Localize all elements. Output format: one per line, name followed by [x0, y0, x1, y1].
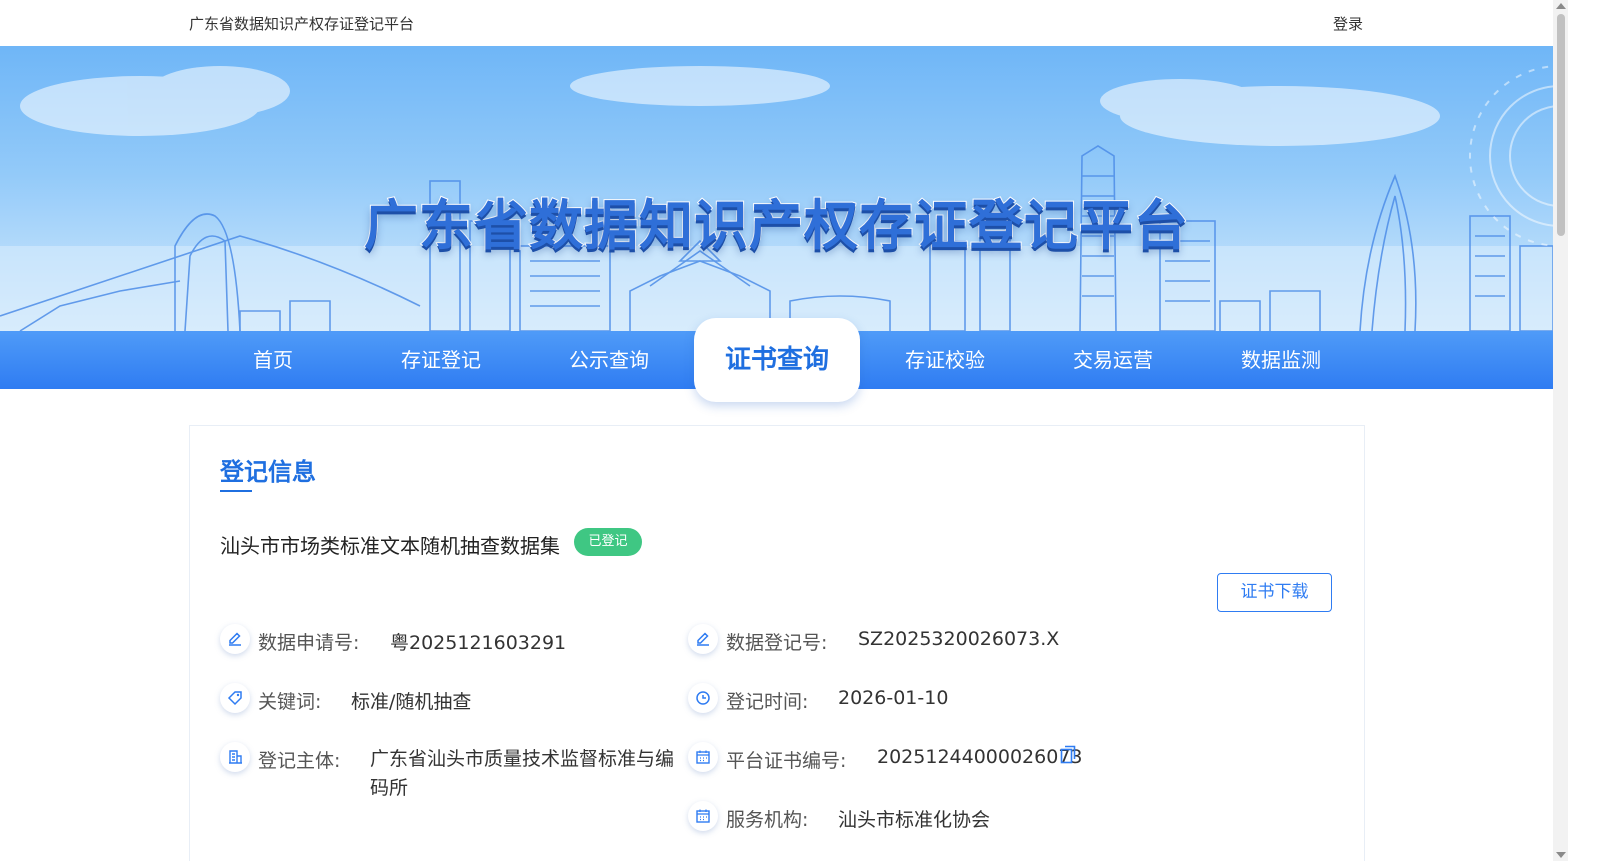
- field-label: 数据申请号:: [258, 632, 360, 654]
- login-link[interactable]: 登录: [1333, 13, 1363, 34]
- banner-title: 广东省数据知识产权存证登记平台: [363, 193, 1189, 258]
- field-value: 汕头市标准化协会: [838, 809, 991, 831]
- field-application-no: 数据申请号: 粤2025121603291: [220, 624, 680, 658]
- field-value: 标准/随机抽查: [351, 691, 472, 713]
- nav-public-query[interactable]: 公示查询: [525, 331, 693, 389]
- registration-info-card: 登记信息 汕头市市场类标准文本随机抽查数据集 已登记 证书下载 数据申请号: 粤…: [189, 425, 1365, 861]
- certificate-download-button[interactable]: 证书下载: [1217, 573, 1332, 612]
- nav-monitoring[interactable]: 数据监测: [1197, 331, 1365, 389]
- section-title-underline: [220, 490, 252, 492]
- dataset-name: 汕头市市场类标准文本随机抽查数据集: [220, 534, 560, 558]
- tag-icon: [220, 683, 250, 713]
- building-icon: [220, 742, 250, 772]
- clock-icon: [688, 683, 718, 713]
- copy-icon[interactable]: [1060, 744, 1076, 769]
- field-keywords: 关键词: 标准/随机抽查: [220, 683, 680, 717]
- field-registration-no: 数据登记号: SZ2025320026073.X: [688, 624, 1148, 658]
- field-service-agency: 服务机构: 汕头市标准化协会: [688, 801, 1148, 835]
- field-registration-time: 登记时间: 2026-01-10: [688, 683, 1148, 717]
- nav-registration[interactable]: 存证登记: [357, 331, 525, 389]
- edit-icon: [688, 624, 718, 654]
- field-label: 平台证书编号:: [726, 750, 847, 772]
- main-nav: 首页 存证登记 公示查询 证书查询 存证校验 交易运营 数据监测: [0, 318, 1553, 402]
- nav-trading[interactable]: 交易运营: [1029, 331, 1197, 389]
- field-value: SZ2025320026073.X: [858, 628, 1060, 650]
- scrollbar-thumb[interactable]: [1557, 14, 1565, 236]
- status-badge: 已登记: [574, 528, 642, 556]
- field-label: 关键词:: [258, 691, 322, 713]
- field-value: 20251244000026073: [877, 746, 1083, 768]
- field-value: 2026-01-10: [838, 687, 949, 709]
- edit-icon: [220, 624, 250, 654]
- page-scrollbar[interactable]: [1553, 0, 1568, 861]
- field-certificate-no: 平台证书编号: 20251244000026073: [688, 742, 1168, 776]
- hero-banner: 广东省数据知识产权存证登记平台: [0, 46, 1553, 331]
- field-registrant: 登记主体: 广东省汕头市质量技术监督标准与编码所: [220, 742, 690, 806]
- field-label: 服务机构:: [726, 809, 809, 831]
- calendar-icon: [688, 801, 718, 831]
- field-value: 粤2025121603291: [390, 632, 567, 654]
- scroll-up-arrow-icon[interactable]: [1556, 3, 1566, 9]
- site-name: 广东省数据知识产权存证登记平台: [189, 15, 415, 33]
- nav-verification[interactable]: 存证校验: [861, 331, 1029, 389]
- field-label: 登记时间:: [726, 691, 809, 713]
- nav-certificate-query[interactable]: 证书查询: [694, 318, 860, 402]
- field-value: 广东省汕头市质量技术监督标准与编码所: [370, 748, 675, 799]
- scroll-down-arrow-icon[interactable]: [1556, 852, 1566, 858]
- top-bar: 广东省数据知识产权存证登记平台 登录: [0, 0, 1553, 46]
- calendar-icon: [688, 742, 718, 772]
- field-label: 数据登记号:: [726, 632, 828, 654]
- section-title: 登记信息: [220, 458, 316, 486]
- nav-home[interactable]: 首页: [189, 331, 357, 389]
- field-label: 登记主体:: [258, 750, 341, 772]
